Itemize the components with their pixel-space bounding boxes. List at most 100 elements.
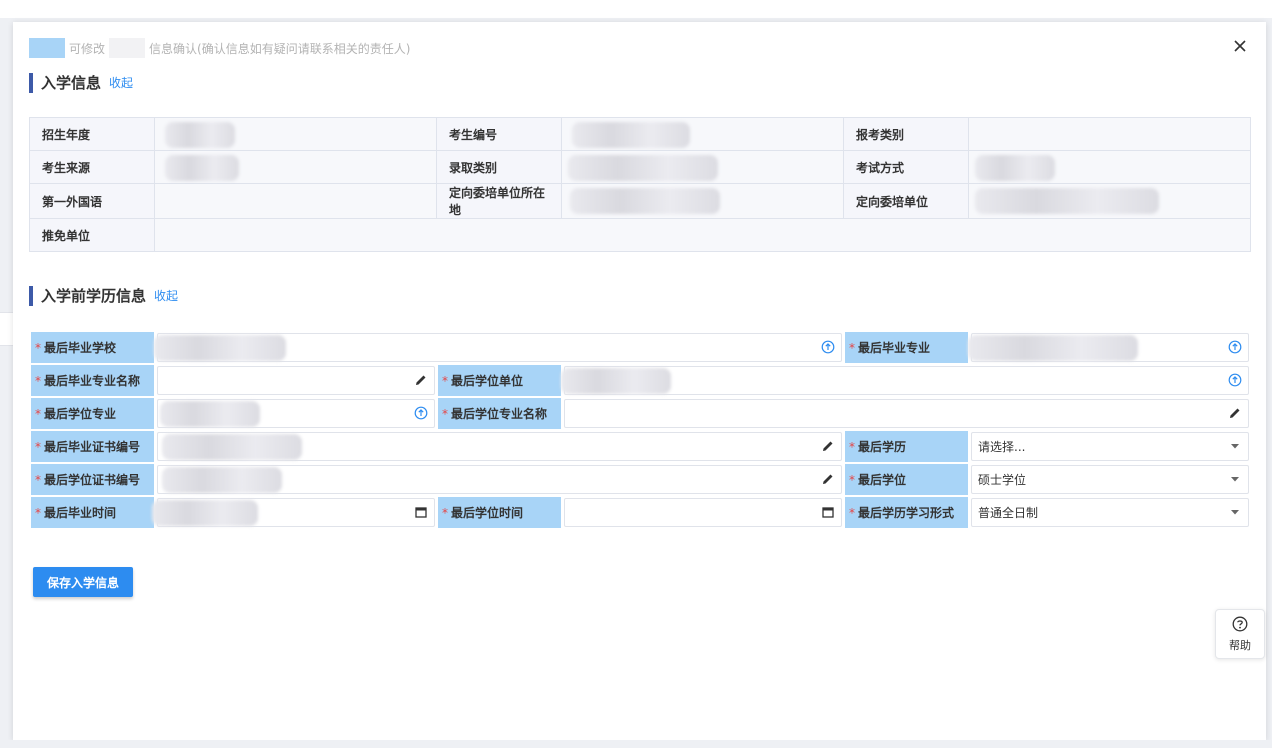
collapse-education-link[interactable]: 收起 bbox=[154, 287, 178, 304]
label-unit: 定向委培单位 bbox=[843, 183, 969, 219]
cell-major-name bbox=[154, 363, 438, 398]
calendar-icon[interactable] bbox=[821, 505, 835, 519]
degree-unit-input[interactable] bbox=[561, 366, 1249, 395]
label-degree-major: * 最后学位专业 bbox=[29, 396, 156, 431]
redacted-value bbox=[165, 122, 235, 148]
major-input[interactable] bbox=[968, 333, 1249, 362]
education-form-table: * 最后毕业学校 * 最后毕业专业 * 最后毕业专业名称 * 最后学位单位 * … bbox=[29, 330, 1252, 530]
pencil-icon[interactable] bbox=[414, 373, 428, 387]
value-admit-type bbox=[561, 150, 844, 184]
section-title-education: 入学前学历信息 bbox=[41, 287, 147, 305]
label-school: * 最后毕业学校 bbox=[29, 330, 156, 365]
caret-down-icon[interactable] bbox=[1228, 472, 1242, 486]
caret-down-icon[interactable] bbox=[1228, 505, 1242, 519]
label-grad-cert: * 最后毕业证书编号 bbox=[29, 429, 156, 464]
degree-select[interactable]: 硕士学位 bbox=[971, 465, 1249, 494]
calendar-icon[interactable] bbox=[414, 505, 428, 519]
required-mark: * bbox=[35, 374, 41, 388]
section-bar bbox=[29, 285, 33, 306]
label-degree-time: * 最后学位时间 bbox=[436, 495, 563, 530]
label-degree-cert: * 最后学位证书编号 bbox=[29, 462, 156, 497]
study-form-select[interactable]: 普通全日制 bbox=[971, 498, 1249, 527]
grad-cert-input[interactable] bbox=[157, 432, 842, 461]
label-text: 最后毕业证书编号 bbox=[44, 440, 141, 454]
caret-down-icon[interactable] bbox=[1228, 439, 1242, 453]
legend-modifiable: 可修改 bbox=[69, 41, 106, 56]
cell-grad-time bbox=[152, 495, 438, 530]
label-degree-unit: * 最后学位单位 bbox=[436, 363, 563, 398]
degree-major-input[interactable] bbox=[157, 399, 435, 428]
section-admission: 入学信息 收起 bbox=[29, 72, 133, 93]
label-degree: * 最后学位 bbox=[843, 462, 970, 497]
label-text: 最后学位 bbox=[858, 473, 907, 487]
side-tab[interactable] bbox=[0, 312, 14, 346]
required-mark: * bbox=[849, 440, 855, 454]
circle-plus-icon[interactable] bbox=[1228, 340, 1242, 354]
cell-edu-level: 请选择... bbox=[968, 429, 1252, 464]
label-source: 考生来源 bbox=[29, 150, 155, 184]
pencil-icon[interactable] bbox=[821, 439, 835, 453]
legend: 可修改 信息确认(确认信息如有疑问请联系相关的责任人) bbox=[29, 38, 410, 58]
redacted-value bbox=[568, 155, 718, 181]
required-mark: * bbox=[35, 473, 41, 487]
redacted-value bbox=[968, 335, 1138, 361]
label-unit-location: 定向委培单位所在地 bbox=[436, 183, 562, 219]
required-mark: * bbox=[35, 341, 41, 355]
school-input[interactable] bbox=[154, 333, 842, 362]
confirm-swatch bbox=[109, 38, 146, 58]
table-row: * 最后毕业学校 * 最后毕业专业 bbox=[29, 330, 1252, 365]
admission-info-table: 招生年度 考生编号 报考类别 考生来源 录取类别 考试方式 第一外国语 定向委培… bbox=[29, 117, 1251, 252]
circle-plus-icon[interactable] bbox=[414, 406, 428, 420]
label-category: 报考类别 bbox=[843, 117, 969, 151]
edu-level-select[interactable]: 请选择... bbox=[971, 432, 1249, 461]
degree-major-name-input[interactable] bbox=[564, 399, 1249, 428]
legend-confirm: 信息确认(确认信息如有疑问请联系相关的责任人) bbox=[149, 41, 411, 56]
table-row: 第一外国语 定向委培单位所在地 定向委培单位 bbox=[29, 183, 1251, 219]
label-degree-major-name: * 最后学位专业名称 bbox=[436, 396, 563, 431]
cell-degree-cert bbox=[154, 462, 845, 497]
cell-degree-unit bbox=[561, 363, 1252, 398]
required-mark: * bbox=[849, 506, 855, 520]
label-exam-no: 考生编号 bbox=[436, 117, 562, 151]
redacted-value bbox=[561, 368, 671, 394]
cell-degree: 硕士学位 bbox=[968, 462, 1252, 497]
close-icon[interactable] bbox=[1232, 38, 1248, 54]
redacted-value bbox=[152, 500, 258, 526]
select-value: 请选择... bbox=[978, 440, 1026, 454]
value-foreign-lang bbox=[154, 183, 437, 219]
label-major-name: * 最后毕业专业名称 bbox=[29, 363, 156, 398]
value-unit-location bbox=[561, 183, 844, 219]
redacted-value bbox=[572, 122, 690, 148]
degree-time-input[interactable] bbox=[564, 498, 842, 527]
redacted-value bbox=[154, 335, 286, 361]
redacted-value bbox=[162, 467, 282, 493]
label-year: 招生年度 bbox=[29, 117, 155, 151]
circle-plus-icon[interactable] bbox=[821, 340, 835, 354]
section-bar bbox=[29, 72, 33, 93]
section-title-admission: 入学信息 bbox=[41, 74, 102, 92]
label-exam-mode: 考试方式 bbox=[843, 150, 969, 184]
grad-time-input[interactable] bbox=[152, 498, 435, 527]
collapse-admission-link[interactable]: 收起 bbox=[109, 74, 133, 91]
save-admission-button[interactable]: 保存入学信息 bbox=[33, 567, 133, 597]
value-source bbox=[154, 150, 437, 184]
cell-degree-major bbox=[154, 396, 438, 431]
help-button[interactable]: 帮助 bbox=[1215, 609, 1265, 659]
redacted-value bbox=[570, 188, 720, 214]
label-major: * 最后毕业专业 bbox=[843, 330, 970, 365]
label-text: 最后学位证书编号 bbox=[44, 473, 141, 487]
redacted-value bbox=[160, 401, 260, 427]
table-row: * 最后毕业时间 * 最后学位时间 * 最后学历学习形式 普通全日制 bbox=[29, 495, 1252, 530]
help-label: 帮助 bbox=[1229, 638, 1251, 652]
major-name-input[interactable] bbox=[157, 366, 435, 395]
pencil-icon[interactable] bbox=[1228, 406, 1242, 420]
redacted-value bbox=[975, 188, 1159, 214]
label-text: 最后毕业时间 bbox=[44, 506, 117, 520]
circle-plus-icon[interactable] bbox=[1228, 373, 1242, 387]
section-education: 入学前学历信息 收起 bbox=[29, 285, 178, 306]
select-value: 普通全日制 bbox=[978, 506, 1039, 520]
degree-cert-input[interactable] bbox=[157, 465, 842, 494]
value-exam-mode bbox=[968, 150, 1251, 184]
pencil-icon[interactable] bbox=[821, 472, 835, 486]
required-mark: * bbox=[849, 341, 855, 355]
